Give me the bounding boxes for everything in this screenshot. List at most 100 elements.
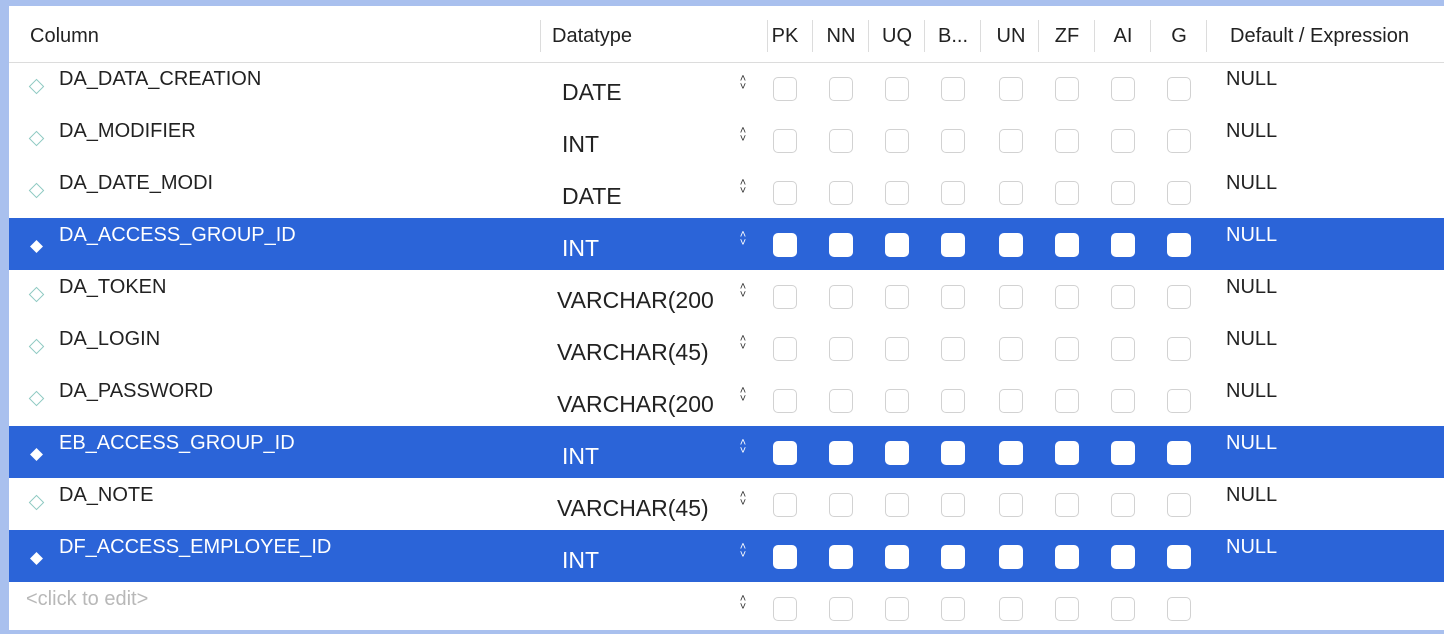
row-checkbox-pk[interactable] <box>773 285 797 309</box>
datatype-chevron-up-down-icon[interactable]: ˄ ˅ <box>736 594 750 613</box>
table-row[interactable]: DA_MODIFIER INT ˄ ˅ NULL <box>9 114 1444 166</box>
column-name-cell[interactable]: DA_LOGIN <box>59 328 160 351</box>
row-checkbox-un[interactable] <box>999 285 1023 309</box>
header-divider[interactable] <box>1094 20 1095 52</box>
new-row-checkbox-nn[interactable] <box>829 597 853 621</box>
header-flag-un[interactable]: UN <box>985 6 1037 62</box>
column-name-cell[interactable]: DA_PASSWORD <box>59 380 213 403</box>
row-checkbox-nn[interactable] <box>829 337 853 361</box>
row-checkbox-uq[interactable] <box>885 545 909 569</box>
datatype-chevron-up-down-icon[interactable]: ˄ ˅ <box>736 386 750 405</box>
row-checkbox-b[interactable] <box>941 77 965 101</box>
datatype-cell[interactable]: INT <box>562 546 736 574</box>
row-checkbox-zf[interactable] <box>1055 337 1079 361</box>
default-expression-cell[interactable]: NULL <box>1226 484 1277 507</box>
header-divider[interactable] <box>868 20 869 52</box>
row-checkbox-ai[interactable] <box>1111 545 1135 569</box>
row-checkbox-b[interactable] <box>941 129 965 153</box>
row-checkbox-nn[interactable] <box>829 493 853 517</box>
row-checkbox-un[interactable] <box>999 233 1023 257</box>
row-checkbox-g[interactable] <box>1167 337 1191 361</box>
datatype-chevron-up-down-icon[interactable]: ˄ ˅ <box>736 74 750 93</box>
row-checkbox-un[interactable] <box>999 77 1023 101</box>
row-checkbox-uq[interactable] <box>885 389 909 413</box>
row-checkbox-ai[interactable] <box>1111 233 1135 257</box>
row-checkbox-nn[interactable] <box>829 77 853 101</box>
row-checkbox-zf[interactable] <box>1055 493 1079 517</box>
default-expression-cell[interactable]: NULL <box>1226 120 1277 143</box>
datatype-cell[interactable]: DATE <box>562 182 736 210</box>
row-checkbox-b[interactable] <box>941 337 965 361</box>
row-checkbox-pk[interactable] <box>773 389 797 413</box>
column-name-cell[interactable]: DF_ACCESS_EMPLOYEE_ID <box>59 536 331 559</box>
datatype-chevron-up-down-icon[interactable]: ˄ ˅ <box>736 230 750 249</box>
row-checkbox-g[interactable] <box>1167 181 1191 205</box>
table-row[interactable]: DA_ACCESS_GROUP_ID INT ˄ ˅ NULL <box>9 218 1444 270</box>
row-checkbox-b[interactable] <box>941 545 965 569</box>
header-divider[interactable] <box>812 20 813 52</box>
row-checkbox-g[interactable] <box>1167 285 1191 309</box>
datatype-cell[interactable]: VARCHAR(45) <box>557 494 731 522</box>
new-row-checkbox-un[interactable] <box>999 597 1023 621</box>
row-checkbox-pk[interactable] <box>773 545 797 569</box>
row-checkbox-un[interactable] <box>999 181 1023 205</box>
column-name-cell[interactable]: EB_ACCESS_GROUP_ID <box>59 432 295 455</box>
row-checkbox-pk[interactable] <box>773 441 797 465</box>
table-row[interactable]: DA_PASSWORD VARCHAR(200 ˄ ˅ NULL <box>9 374 1444 426</box>
datatype-chevron-up-down-icon[interactable]: ˄ ˅ <box>736 438 750 457</box>
column-name-cell[interactable]: DA_ACCESS_GROUP_ID <box>59 224 296 247</box>
new-row-checkbox-uq[interactable] <box>885 597 909 621</box>
default-expression-cell[interactable]: NULL <box>1226 536 1277 559</box>
datatype-cell[interactable]: VARCHAR(200 <box>557 390 731 418</box>
row-checkbox-uq[interactable] <box>885 493 909 517</box>
row-checkbox-g[interactable] <box>1167 441 1191 465</box>
row-checkbox-b[interactable] <box>941 389 965 413</box>
row-checkbox-g[interactable] <box>1167 77 1191 101</box>
row-checkbox-g[interactable] <box>1167 129 1191 153</box>
row-checkbox-pk[interactable] <box>773 77 797 101</box>
datatype-cell[interactable]: VARCHAR(45) <box>557 338 731 366</box>
row-checkbox-ai[interactable] <box>1111 389 1135 413</box>
datatype-chevron-up-down-icon[interactable]: ˄ ˅ <box>736 126 750 145</box>
row-checkbox-b[interactable] <box>941 285 965 309</box>
row-checkbox-ai[interactable] <box>1111 181 1135 205</box>
table-row[interactable]: EB_ACCESS_GROUP_ID INT ˄ ˅ NULL <box>9 426 1444 478</box>
header-divider[interactable] <box>1038 20 1039 52</box>
default-expression-cell[interactable]: NULL <box>1226 432 1277 455</box>
row-checkbox-nn[interactable] <box>829 441 853 465</box>
row-checkbox-nn[interactable] <box>829 129 853 153</box>
table-row[interactable]: DA_DATE_MODI DATE ˄ ˅ NULL <box>9 166 1444 218</box>
row-checkbox-zf[interactable] <box>1055 129 1079 153</box>
row-checkbox-un[interactable] <box>999 545 1023 569</box>
row-checkbox-uq[interactable] <box>885 77 909 101</box>
row-checkbox-zf[interactable] <box>1055 285 1079 309</box>
row-checkbox-uq[interactable] <box>885 233 909 257</box>
row-checkbox-uq[interactable] <box>885 129 909 153</box>
table-row[interactable]: DA_TOKEN VARCHAR(200 ˄ ˅ NULL <box>9 270 1444 322</box>
new-row-checkbox-b[interactable] <box>941 597 965 621</box>
datatype-cell[interactable]: VARCHAR(200 <box>557 286 731 314</box>
column-name-cell[interactable]: DA_DATE_MODI <box>59 172 213 195</box>
row-checkbox-un[interactable] <box>999 493 1023 517</box>
row-checkbox-b[interactable] <box>941 441 965 465</box>
new-row-checkbox-ai[interactable] <box>1111 597 1135 621</box>
row-checkbox-zf[interactable] <box>1055 77 1079 101</box>
header-divider[interactable] <box>1206 20 1207 52</box>
row-checkbox-pk[interactable] <box>773 493 797 517</box>
default-expression-cell[interactable]: NULL <box>1226 68 1277 91</box>
row-checkbox-un[interactable] <box>999 441 1023 465</box>
row-checkbox-ai[interactable] <box>1111 77 1135 101</box>
row-checkbox-un[interactable] <box>999 337 1023 361</box>
column-name-cell[interactable]: DA_TOKEN <box>59 276 166 299</box>
default-expression-cell[interactable]: NULL <box>1226 224 1277 247</box>
header-flag-nn[interactable]: NN <box>815 6 867 62</box>
row-checkbox-un[interactable] <box>999 129 1023 153</box>
header-divider[interactable] <box>1150 20 1151 52</box>
table-row[interactable]: DA_DATA_CREATION DATE ˄ ˅ NULL <box>9 62 1444 114</box>
header-flag-b[interactable]: B... <box>927 6 979 62</box>
header-flag-zf[interactable]: ZF <box>1041 6 1093 62</box>
row-checkbox-b[interactable] <box>941 181 965 205</box>
header-divider[interactable] <box>980 20 981 52</box>
default-expression-cell[interactable]: NULL <box>1226 328 1277 351</box>
row-checkbox-nn[interactable] <box>829 389 853 413</box>
